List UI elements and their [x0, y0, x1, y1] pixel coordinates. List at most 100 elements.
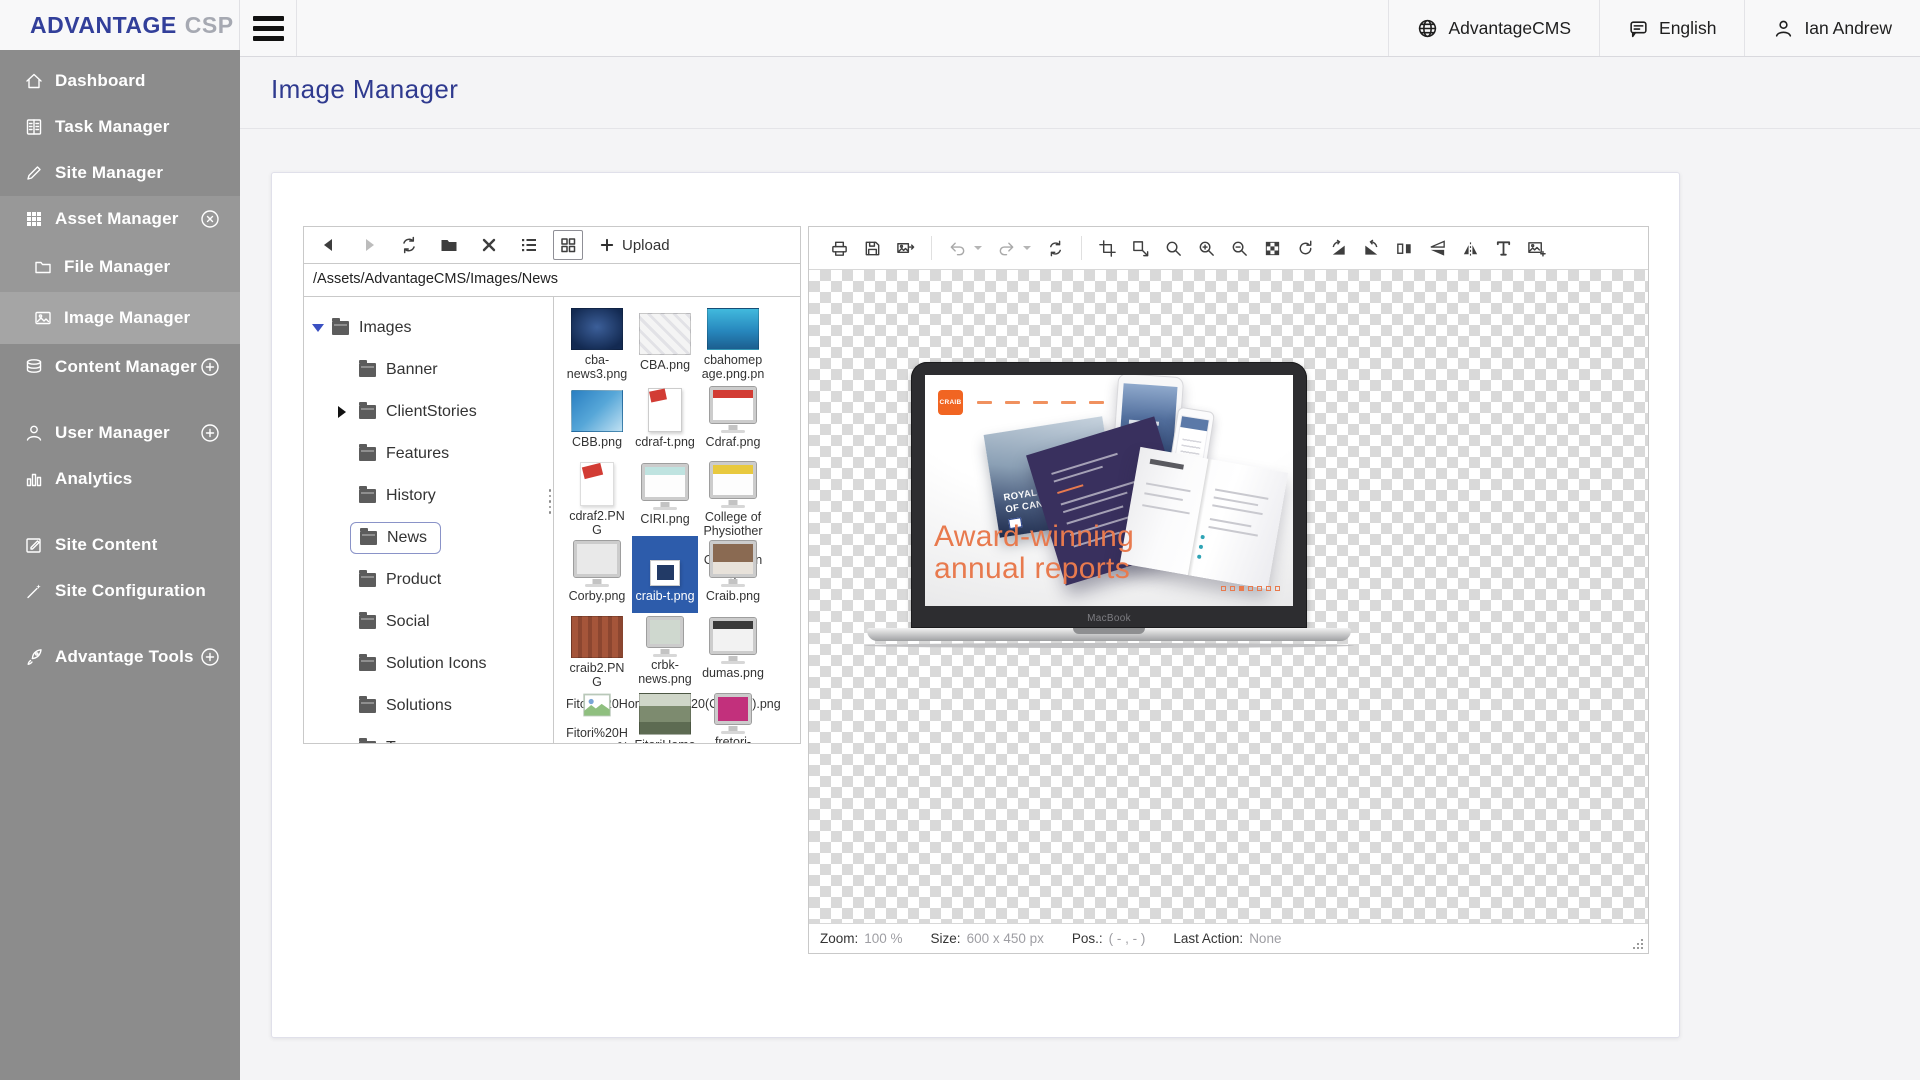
redo-button[interactable]: [990, 239, 1023, 258]
sidebar-item-task-manager[interactable]: Task Manager: [0, 104, 240, 150]
mirror-button[interactable]: [1454, 239, 1487, 258]
file-item[interactable]: cdraf-t.png: [632, 382, 698, 459]
tree-item-clientstories[interactable]: ClientStories: [304, 391, 553, 433]
insert-image-button[interactable]: [1520, 239, 1553, 258]
file-item[interactable]: Craib.png: [700, 536, 766, 613]
current-path[interactable]: /Assets/AdvantageCMS/Images/News: [303, 264, 801, 297]
site-selector[interactable]: AdvantageCMS: [1388, 0, 1599, 56]
sidebar-item-file-manager[interactable]: File Manager: [0, 242, 240, 292]
file-item[interactable]: cdraf2.PNG: [564, 459, 630, 536]
zoom-out-button[interactable]: [1223, 239, 1256, 258]
file-item[interactable]: dumas.png: [700, 613, 766, 690]
forward-button[interactable]: [359, 235, 379, 255]
print-button[interactable]: [823, 239, 856, 258]
file-item[interactable]: cba-news3.png: [564, 305, 630, 382]
hamburger-menu-button[interactable]: [240, 0, 297, 56]
rotate-right-button[interactable]: [1355, 239, 1388, 258]
tree-item-news-selected[interactable]: News: [304, 517, 553, 559]
pencil-icon: [24, 163, 44, 183]
save-icon: [863, 239, 882, 258]
sidebar-item-content-manager[interactable]: Content Manager: [0, 344, 240, 390]
upload-button[interactable]: Upload: [599, 237, 670, 254]
rocket-icon: [24, 647, 44, 667]
file-item[interactable]: craib2.PNG: [564, 613, 630, 690]
file-thumbnail: [715, 694, 751, 724]
zoom-in-button[interactable]: [1190, 239, 1223, 258]
wand-icon: [24, 581, 44, 601]
collapse-icon[interactable]: [200, 209, 220, 229]
expand-icon[interactable]: [200, 423, 220, 443]
back-button[interactable]: [319, 235, 339, 255]
delete-button[interactable]: [479, 235, 499, 255]
language-selector[interactable]: English: [1599, 0, 1744, 56]
content-icon: [24, 357, 44, 377]
file-item[interactable]: College of Physiotherapists of Ontario.p…: [700, 459, 766, 536]
top-bar: AdvantageCMS English Ian Andrew: [240, 0, 1920, 57]
file-item[interactable]: fretori-news.png: [700, 690, 766, 743]
tree-item-history[interactable]: History: [304, 475, 553, 517]
sidebar-item-dashboard[interactable]: Dashboard: [0, 58, 240, 104]
sidebar-item-site-manager[interactable]: Site Manager: [0, 150, 240, 196]
sidebar-item-site-configuration[interactable]: Site Configuration: [0, 568, 240, 614]
chevron-down-icon[interactable]: [312, 324, 324, 338]
resize-button[interactable]: [1124, 239, 1157, 258]
file-thumbnail: [648, 388, 682, 432]
file-item[interactable]: Cdraf.png: [700, 382, 766, 459]
tree-item-team[interactable]: Team: [304, 727, 553, 744]
sidebar-item-analytics[interactable]: Analytics: [0, 456, 240, 502]
sidebar-item-site-content[interactable]: Site Content: [0, 522, 240, 568]
refresh-button[interactable]: [399, 235, 419, 255]
user-icon: [1773, 18, 1794, 39]
file-item[interactable]: Fitori%20Homepage%20(Custom).p: [564, 690, 630, 743]
sidebar-item-asset-manager[interactable]: Asset Manager: [0, 196, 240, 242]
sidebar-item-label: File Manager: [64, 257, 170, 277]
undo-button[interactable]: [941, 239, 974, 258]
file-item[interactable]: CBB.png: [564, 382, 630, 459]
expand-icon[interactable]: [200, 647, 220, 667]
file-item[interactable]: Corby.png: [564, 536, 630, 613]
save-button[interactable]: [856, 239, 889, 258]
tree-item-solution-icons[interactable]: Solution Icons: [304, 643, 553, 685]
tree-item-social[interactable]: Social: [304, 601, 553, 643]
craib-logo: CRAIB: [938, 390, 963, 415]
editor-canvas[interactable]: CRAIB ROYAL BANK OF CANADA: [809, 270, 1648, 923]
rotate-left-button[interactable]: [1322, 239, 1355, 258]
file-item[interactable]: crbk-news.png: [632, 613, 698, 690]
file-item-selected[interactable]: craib-t.png: [632, 536, 698, 613]
undo-dropdown-caret[interactable]: [974, 246, 982, 254]
export-image-button[interactable]: [889, 239, 922, 258]
tree-item-features[interactable]: Features: [304, 433, 553, 475]
insert-image-icon: [1527, 239, 1546, 258]
tree-item-banner[interactable]: Banner: [304, 349, 553, 391]
file-item[interactable]: FitoriHomepageCustom.png.png: [632, 690, 698, 743]
file-thumbnail: [710, 541, 756, 577]
redo-dropdown-caret[interactable]: [1023, 246, 1031, 254]
flip-horizontal-button[interactable]: [1388, 239, 1421, 258]
tree-item-product[interactable]: Product: [304, 559, 553, 601]
sidebar-item-user-manager[interactable]: User Manager: [0, 410, 240, 456]
grid-view-button[interactable]: [553, 230, 583, 260]
rotate-button[interactable]: [1289, 239, 1322, 258]
reset-button[interactable]: [1039, 239, 1072, 258]
image-manager-app: ADVANTAGE CSP AdvantageCMS English Ian A…: [0, 0, 1920, 1080]
tree-item-solutions[interactable]: Solutions: [304, 685, 553, 727]
text-button[interactable]: [1487, 239, 1520, 258]
print-icon: [830, 239, 849, 258]
sidebar-item-image-manager[interactable]: Image Manager: [0, 292, 240, 344]
panel-resize-handle[interactable]: [1630, 936, 1643, 949]
transparency-button[interactable]: [1256, 239, 1289, 258]
tree-item-images[interactable]: Images: [304, 307, 553, 349]
zoom-button[interactable]: [1157, 239, 1190, 258]
new-folder-button[interactable]: [439, 235, 459, 255]
user-menu[interactable]: Ian Andrew: [1744, 0, 1920, 56]
expand-icon[interactable]: [200, 357, 220, 377]
sidebar-item-advantage-tools[interactable]: Advantage Tools: [0, 634, 240, 680]
flip-vertical-button[interactable]: [1421, 239, 1454, 258]
chevron-right-icon[interactable]: [338, 406, 352, 418]
list-view-button[interactable]: [519, 235, 539, 255]
crop-button[interactable]: [1091, 239, 1124, 258]
file-item[interactable]: cbahomepage.png.png: [700, 305, 766, 382]
tree-splitter-handle[interactable]: [548, 489, 552, 519]
file-item[interactable]: CBA.png: [632, 305, 698, 382]
file-item[interactable]: CIRI.png: [632, 459, 698, 536]
